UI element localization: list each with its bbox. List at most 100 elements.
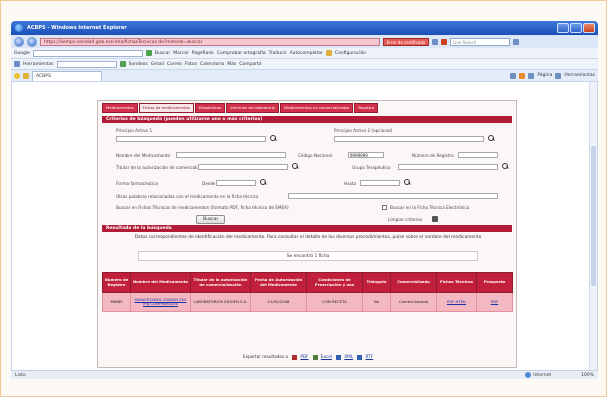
ficha-tecnica-link[interactable]: PDF HTML [447,299,466,304]
tools-menu[interactable]: Herramientas [564,73,595,78]
buscar-button[interactable]: Buscar [196,215,226,224]
maximize-button[interactable] [570,23,582,33]
toolbar-item[interactable]: Traducir [269,51,287,56]
toolbar-item[interactable]: Gmail [151,62,164,67]
toolbar-item[interactable]: Correo [167,62,182,67]
results-table: Número de Registro Nombre del Medicament… [102,272,513,312]
zone-label: Internet [533,372,552,378]
url-field[interactable]: https://aemps.sanidad.gob.es/cima/fichas… [40,37,380,46]
cell-prospecto: PDF [476,292,513,312]
col-header-registro[interactable]: Número de Registro [102,272,131,293]
tab-estadisticas[interactable]: Estadísticas [194,103,226,113]
calendar-icon[interactable] [260,179,267,186]
search-lens-icon[interactable] [292,163,299,170]
status-icon[interactable] [119,61,126,67]
home-icon[interactable] [510,72,517,79]
tools-icon[interactable] [14,61,20,67]
page-menu[interactable]: Página [537,73,552,78]
globe-icon [525,372,532,378]
col-header-fecha[interactable]: Fecha de Autorización del Medicamento [250,272,307,293]
principio-activo-2-input[interactable] [334,136,484,142]
tab-medicamentos[interactable]: Medicamentos [102,103,138,113]
toolbar-item[interactable]: PageRank [192,51,214,56]
search-lens-icon[interactable] [488,135,495,142]
export-excel-link[interactable]: Excel [321,354,332,359]
search-input[interactable]: Live Search [450,37,510,46]
toolbar-item[interactable]: Calendario [200,62,224,67]
tools-menu-icon[interactable] [555,72,562,79]
export-label: Exportar resultados a [242,354,288,359]
nombre-label: Nombre del Medicamento [116,153,171,158]
col-header-titular[interactable]: Titular de la autorización de comerciali… [190,272,251,293]
criteria-header: Criterios de búsqueda (pueden utilizarse… [102,116,512,123]
desde-input[interactable] [216,180,256,186]
codigo-nacional-input[interactable]: 9999999 [348,152,384,158]
limpiar-criterios-link[interactable]: Limpiar criterios [388,217,422,222]
tab-no-comercializados[interactable]: Medicamentos no comercializados [280,103,354,113]
toolbar-item[interactable]: Fotos [185,62,197,67]
refresh-icon[interactable] [432,38,438,45]
excel-icon [312,354,318,360]
principio-activo-input[interactable] [116,136,266,142]
search-icon[interactable] [513,38,519,45]
ficha-electronica-checkbox[interactable] [382,205,387,210]
toolbar-item[interactable]: Compartir [239,62,262,67]
col-header-condiciones[interactable]: Condiciones de Prescripción y uso [306,272,363,293]
tab-registro[interactable]: Registro [354,103,378,113]
toolbar-input[interactable] [56,60,117,68]
scrollbar-thumb[interactable] [591,146,596,286]
add-favorites-icon[interactable] [23,72,29,79]
zoom-level[interactable]: 100% [581,373,594,378]
prospecto-link[interactable]: PDF [491,299,498,304]
toolbar-label[interactable]: Herramientas [23,62,54,67]
vertical-scrollbar[interactable] [589,82,597,370]
medicamento-link[interactable]: PARACETAMOL EDIGEN 500 mg COMPRIMIDOS [135,297,187,307]
tab-bar: ACBPS Página Herramientas [11,70,598,82]
export-pdf-link[interactable]: PDF [300,354,308,359]
security-zone[interactable]: Internet [525,372,551,378]
export-rtf-link[interactable]: RTF [365,354,373,359]
forward-icon[interactable] [27,36,37,47]
otras-palabras-label: Otras palabras relacionadas con el medic… [116,194,259,199]
calendar-icon[interactable] [404,179,411,186]
col-header-nombre[interactable]: Nombre del Medicamento [130,272,191,293]
tab-fichas[interactable]: Fichas de medicamentos [138,103,194,113]
tab-informes[interactable]: Informes de laboratorio [226,103,279,113]
google-search-input[interactable] [32,49,143,57]
search-lens-icon[interactable] [502,163,509,170]
hasta-input[interactable] [360,180,400,186]
export-xml-link[interactable]: XML [344,354,353,359]
feeds-icon[interactable] [519,72,526,79]
search-form-page: Medicamentos Fichas de medicamentos Esta… [97,100,517,368]
toolbar-item[interactable]: Configuración [335,51,366,56]
back-icon[interactable] [14,36,24,47]
toolbar-item[interactable]: Sondeos [129,62,148,67]
registro-input[interactable] [458,152,498,158]
close-button[interactable] [583,23,595,33]
go-icon[interactable] [145,50,152,56]
toolbar-item[interactable]: Marcar [173,51,188,56]
col-header-prospecto[interactable]: Prospecto [476,272,513,293]
nombre-input[interactable] [176,152,286,158]
settings-icon[interactable] [325,50,332,56]
toolbar-item[interactable]: Autocompletar [290,51,323,56]
toolbar-item[interactable]: Comprobar ortografía [217,51,266,56]
col-header-triangulo[interactable]: Triángulo [362,272,391,293]
toolbar-item[interactable]: Más [227,62,236,67]
eraser-icon[interactable] [432,216,438,222]
search-lens-icon[interactable] [270,135,277,142]
print-icon[interactable] [528,72,535,79]
google-search-button[interactable]: Buscar [155,51,170,56]
otras-palabras-input[interactable] [288,193,498,199]
col-header-comercializado[interactable]: Comercializado [390,272,437,293]
grupo-input[interactable] [398,164,498,170]
favorites-star-icon[interactable] [14,72,20,79]
titular-input[interactable] [198,164,288,170]
minimize-button[interactable] [557,23,569,33]
certificate-error-badge[interactable]: Error de certificado [383,37,429,46]
stop-icon[interactable] [441,38,447,45]
section-tabs: Medicamentos Fichas de medicamentos Esta… [102,103,378,113]
principio-activo-label: Principio Activo 1 [116,128,153,133]
col-header-fichas[interactable]: Fichas Técnicas [436,272,477,293]
tab-acbps[interactable]: ACBPS [32,70,102,81]
